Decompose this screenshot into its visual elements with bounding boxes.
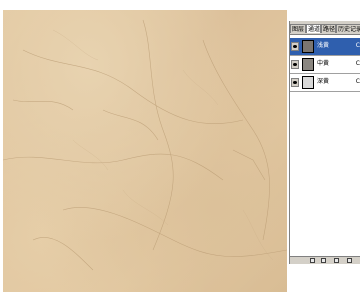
channel-row-3[interactable]: 深黄 C — [290, 74, 360, 92]
document-canvas[interactable] — [0, 0, 290, 295]
channel-name: 深黄 — [317, 78, 330, 85]
eye-icon[interactable] — [291, 78, 299, 87]
save-selection-icon[interactable] — [321, 258, 326, 263]
eye-icon[interactable] — [291, 60, 299, 69]
eye-icon[interactable] — [291, 42, 299, 51]
channel-thumbnail — [302, 76, 314, 89]
panel-empty-area — [289, 264, 360, 295]
channel-name: 中黄 — [317, 60, 330, 67]
new-channel-icon[interactable] — [334, 258, 339, 263]
channel-shortcut: C — [355, 42, 360, 49]
tab-channels[interactable]: 通道 — [306, 24, 321, 33]
channel-thumbnail — [302, 40, 314, 53]
tab-history[interactable]: 历史记录 — [336, 24, 360, 33]
marble-veins — [3, 19, 287, 271]
panel-footer — [289, 256, 360, 264]
tab-paths[interactable]: 路径 — [321, 24, 336, 33]
layers-panel: 图层 通道 路径 历史记录 浅黄 C 中黄 C 深黄 C — [289, 21, 360, 256]
marble-texture-image — [3, 10, 287, 292]
channel-shortcut: C — [355, 60, 360, 67]
channel-row-1[interactable]: 浅黄 C — [290, 38, 360, 56]
channel-name: 浅黄 — [317, 42, 330, 49]
channel-shortcut: C — [355, 78, 360, 85]
tab-layers[interactable]: 图层 — [290, 24, 306, 33]
channel-list: 浅黄 C 中黄 C 深黄 C — [290, 35, 360, 256]
load-selection-icon[interactable] — [310, 258, 315, 263]
channel-row-2[interactable]: 中黄 C — [290, 56, 360, 74]
channel-thumbnail — [302, 58, 314, 71]
trash-icon[interactable] — [347, 258, 352, 263]
panel-tab-bar: 图层 通道 路径 历史记录 — [290, 24, 360, 35]
